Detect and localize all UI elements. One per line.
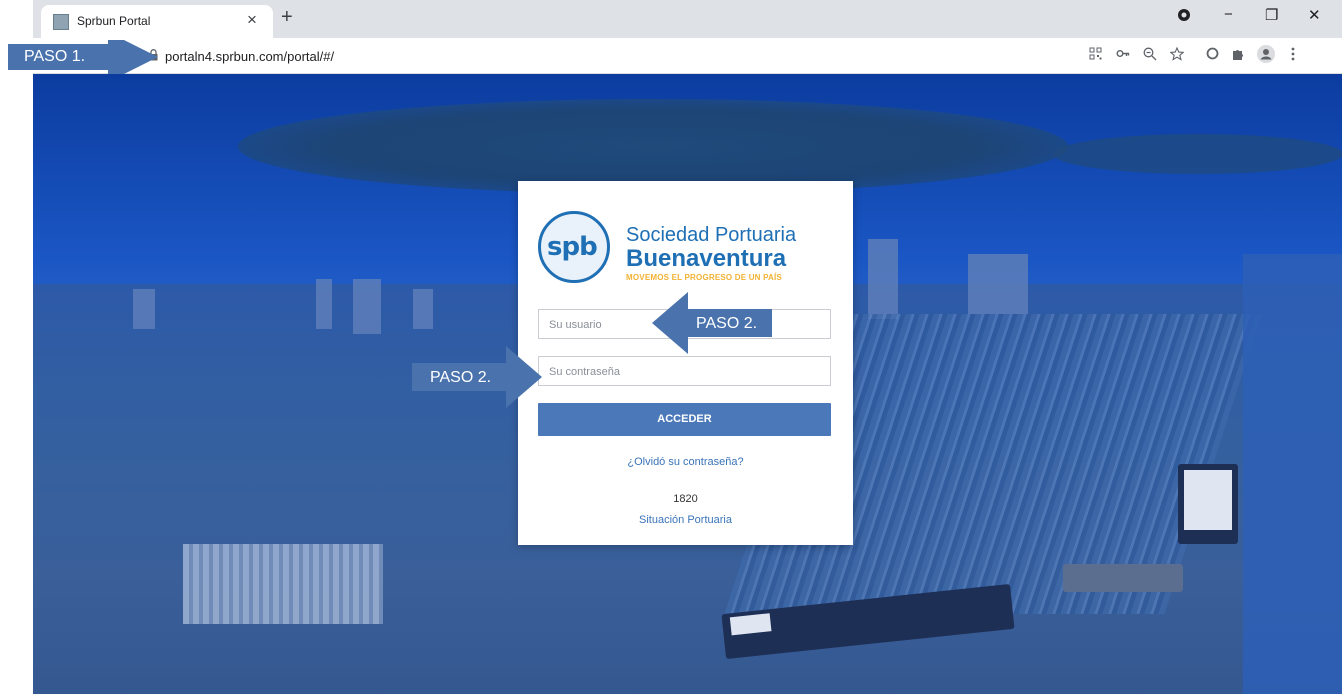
login-button[interactable]: ACCEDER [538,403,831,436]
step2-user-annotation: PASO 2. [652,292,772,354]
island [238,99,1068,194]
grain-silos [183,544,383,624]
forgot-password-link[interactable]: ¿Olvidó su contraseña? [518,456,853,468]
building [133,289,155,329]
tab-strip: Sprbun Portal × + − ❐ ✕ [33,0,1342,38]
address-bar: portaln4.sprbun.com/portal/#/ [33,38,1342,74]
ship-deck [1184,470,1232,530]
favicon-icon [53,14,69,30]
restore-button[interactable]: ❐ [1265,6,1278,24]
record-icon[interactable] [1177,8,1191,26]
puzzle-icon[interactable] [1231,47,1245,64]
building [413,289,433,329]
building [868,239,898,319]
step2-user-label: PASO 2. [696,315,758,332]
new-tab-button[interactable]: + [281,6,293,29]
login-button-label: ACCEDER [657,413,712,425]
port-background-image: spb Sociedad Portuaria Buenaventura MOVE… [33,74,1342,694]
moored-ship [1178,464,1238,544]
menu-kebab-icon[interactable] [1291,47,1295,64]
tab-close-icon[interactable]: × [247,10,257,30]
building [353,279,381,334]
island-far [1053,134,1342,174]
qr-code-icon[interactable] [1089,47,1102,63]
browser-tab[interactable]: Sprbun Portal × [41,5,273,38]
username-placeholder: Su usuario [549,319,602,331]
harbor-water [1243,254,1342,694]
close-window-button[interactable]: ✕ [1308,6,1321,24]
spb-logo: spb Sociedad Portuaria Buenaventura MOVE… [538,209,838,291]
tab-title: Sprbun Portal [77,14,151,28]
minimize-button[interactable]: − [1224,6,1233,23]
logo-globe: spb [538,211,610,283]
key-icon[interactable] [1116,47,1130,63]
url-text[interactable]: portaln4.sprbun.com/portal/#/ [165,49,334,64]
step2-password-annotation: PASO 2. [412,346,542,408]
step2-password-label: PASO 2. [430,369,492,386]
zoom-out-icon[interactable] [1143,47,1157,64]
extension-circle-icon[interactable] [1206,47,1219,63]
year-label: 1820 [673,493,698,505]
star-icon[interactable] [1169,46,1185,64]
logo-line2: Buenaventura [626,245,787,272]
tug-ship [1063,564,1183,592]
password-placeholder: Su contraseña [549,366,620,378]
password-input[interactable]: Su contraseña [538,356,831,386]
logo-line1: Sociedad Portuaria [626,224,797,246]
logo-mark: spb [547,232,598,262]
step1-annotation: PASO 1. [8,40,158,74]
building [316,279,332,329]
situacion-portuaria-link[interactable]: Situación Portuaria [518,514,853,526]
building [968,254,1028,314]
login-card: spb Sociedad Portuaria Buenaventura MOVE… [518,181,853,545]
ship-bridge [729,613,772,636]
step1-label: PASO 1. [24,48,86,65]
profile-avatar[interactable] [1257,45,1275,66]
logo-tagline: MOVEMOS EL PROGRESO DE UN PAÍS [626,273,782,282]
